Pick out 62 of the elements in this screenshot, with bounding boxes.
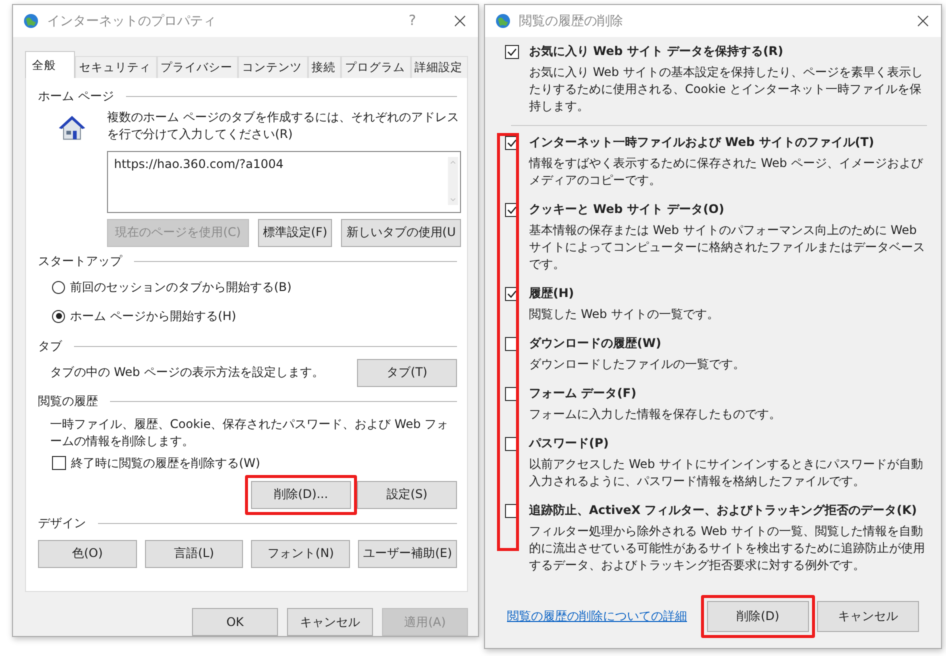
close-icon[interactable] — [917, 15, 929, 27]
button[interactable]: 設定(S) — [357, 480, 457, 508]
checkbox[interactable] — [505, 44, 519, 58]
button[interactable]: OK — [192, 608, 278, 636]
close-icon[interactable] — [454, 15, 466, 27]
radio-label[interactable]: 前回のセッションのタブから開始する(B) — [70, 278, 292, 296]
tab[interactable]: プライバシー — [156, 56, 238, 78]
radio-button[interactable] — [52, 310, 65, 322]
checkbox-label[interactable]: フォーム データ(F) — [529, 385, 636, 402]
button[interactable]: 標準設定(F) — [258, 218, 332, 246]
button[interactable]: ユーザー補助(E) — [358, 540, 458, 568]
description-text: タブの中の Web ページの表示方法を設定します。 — [50, 364, 324, 381]
checkbox-label[interactable]: 履歴(H) — [529, 285, 574, 302]
section-title: 閲覧の履歴 — [38, 392, 98, 410]
option-description: 情報をすばやく表示するために保存された Web ページ、イメージおよびメディアのコピーです。 — [528, 155, 924, 189]
option-description: 以前アクセスした Web サイトにサインインするときにパスワードが自動入力されるように、パスワード情報を格納したファイルです。 — [528, 456, 924, 490]
url-field[interactable]: https://hao.360.com/?a1004 — [107, 150, 461, 212]
globe-icon — [495, 13, 511, 29]
button[interactable]: キャンセル — [287, 608, 373, 636]
option-description: 閲覧した Web サイトの一覧です。 — [528, 306, 720, 323]
button[interactable]: 色(O) — [38, 540, 137, 568]
button[interactable]: 削除(D)... — [251, 480, 351, 508]
checkbox-label[interactable]: インターネット一時ファイルおよび Web サイトのファイル(T) — [529, 134, 874, 151]
tab[interactable]: 詳細設定 — [410, 56, 468, 78]
window-title: 閲覧の履歴の削除 — [519, 13, 624, 30]
button[interactable]: フォント(N) — [251, 540, 350, 568]
tab[interactable]: セキュリティ — [75, 56, 156, 78]
checkbox-label[interactable]: お気に入り Web サイト データを保持する(R) — [529, 43, 784, 60]
section-title: タブ — [38, 338, 62, 354]
section-title: デザイン — [38, 514, 86, 532]
help-link[interactable]: 閲覧の履歴の削除についての詳細 — [507, 608, 687, 625]
checkbox-label[interactable]: クッキーと Web サイト データ(O) — [529, 201, 724, 218]
section-title: スタートアップ — [38, 252, 122, 270]
radio-button[interactable] — [52, 280, 65, 294]
option-description: 基本情報の保存または Web サイトのパフォーマンス向上のために Web サイトによってコンピューターに格納されたファイルまたはデータベースです。 — [528, 222, 926, 273]
section-title: ホーム ページ — [38, 88, 114, 104]
tabs-button[interactable]: タブ(T) — [357, 358, 457, 386]
button[interactable]: キャンセル — [817, 601, 919, 632]
option-description: フォームに入力した情報を保存したものです。 — [528, 406, 782, 423]
option-description: ダウンロードしたファイルの一覧です。 — [528, 356, 746, 373]
url-text: https://hao.360.com/?a1004 — [114, 156, 284, 172]
scrollbar-icon — [446, 156, 460, 204]
checkbox-label[interactable]: パスワード(P) — [529, 435, 609, 452]
tab[interactable]: 接続 — [308, 56, 341, 78]
description-text: 一時ファイル、履歴、Cookie、保存されたパスワード、および Web フォームの情報を削除します。 — [49, 416, 450, 450]
checkbox-label[interactable]: 終了時に閲覧の履歴を削除する(W) — [71, 454, 260, 472]
radio-label[interactable]: ホーム ページから開始する(H) — [70, 308, 236, 324]
help-button[interactable]: ? — [408, 13, 416, 29]
button[interactable]: 言語(L) — [144, 540, 244, 568]
globe-icon — [23, 13, 39, 29]
option-description: お気に入り Web サイトの基本設定を保持したり、ページを素早く表示したりするために使用される、Cookie とインターネット一時ファイルを保持します。 — [528, 64, 924, 115]
button[interactable]: 削除(D) — [707, 601, 809, 632]
tab[interactable]: コンテンツ — [238, 56, 308, 78]
checkbox-label[interactable]: ダウンロードの履歴(W) — [529, 335, 662, 352]
description-text: 複数のホーム ページのタブを作成するには、それぞれのアドレスを行で分けて入力してください(R) — [107, 108, 460, 142]
checkbox[interactable] — [52, 456, 66, 470]
checkbox-label[interactable]: 追跡防止、ActiveX フィルター、およびトラッキング拒否のデータ(K) — [529, 502, 917, 519]
window-title: インターネットのプロパティ — [47, 13, 217, 30]
tab[interactable]: 全般 — [25, 50, 75, 78]
option-description: フィルター処理から除外される Web サイトの一覧、閲覧した情報を自動的に流出させている可能性があるサイトを検出するために追跡防止が使用するデータ、およびトラッキング拒否要求に対する例外です。 — [528, 523, 926, 574]
button[interactable]: 新しいタブの使用(U — [341, 218, 461, 246]
tab[interactable]: プログラム — [341, 56, 410, 78]
